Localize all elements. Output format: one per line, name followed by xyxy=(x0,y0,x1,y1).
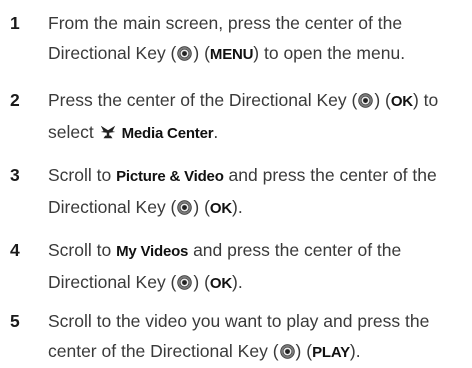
step-number: 1 xyxy=(10,13,20,33)
softkey-label: PLAY xyxy=(312,344,350,361)
step-text-part: Scroll to xyxy=(48,240,117,260)
step-text-part: ) ( xyxy=(295,341,313,361)
step-text-part: Scroll to xyxy=(48,165,117,185)
step-text-part: ) ( xyxy=(193,197,210,217)
step-text-part: From the main screen, press the center o… xyxy=(48,13,403,33)
step-text-part: select xyxy=(48,122,99,142)
softkey-label: OK xyxy=(390,93,413,110)
step-text-part: Directional Key ( xyxy=(48,43,177,63)
menu-item-label: Picture & Video xyxy=(116,168,224,185)
step-text-part: ) ( xyxy=(374,90,391,110)
step-text-part: Directional Key ( xyxy=(48,197,177,217)
directional-key-icon xyxy=(358,87,374,108)
step-text: Press the center of the Directional Key … xyxy=(48,85,468,149)
step-text-part: ) ( xyxy=(193,272,210,292)
menu-item-label: Media Center xyxy=(121,125,214,142)
step-text-part: Directional Key ( xyxy=(48,272,177,292)
directional-key-icon xyxy=(279,338,295,359)
directional-key-icon xyxy=(177,194,193,215)
step-text-part: and press the center of the xyxy=(188,240,402,260)
menu-item-label: My Videos xyxy=(116,243,189,260)
step-number: 4 xyxy=(10,240,20,260)
media-center-icon xyxy=(99,120,117,139)
step-text: Scroll to Picture & Video and press the … xyxy=(48,160,468,224)
step-text-part: Press the center of the Directional Key … xyxy=(48,90,358,110)
step-text-part: Scroll to the video you want to play and… xyxy=(48,311,430,331)
step-text-part: ) to xyxy=(412,90,439,110)
step-text-part: ). xyxy=(232,272,243,292)
step-text: From the main screen, press the center o… xyxy=(48,8,468,70)
directional-key-icon xyxy=(177,269,193,290)
step-number: 2 xyxy=(10,90,20,110)
step-text: Scroll to the video you want to play and… xyxy=(48,306,468,368)
softkey-label: MENU xyxy=(209,46,254,63)
step-text-part: ) to open the menu. xyxy=(253,43,406,63)
step-number: 5 xyxy=(10,311,20,331)
directional-key-icon xyxy=(177,40,193,61)
step-text-part: center of the Directional Key ( xyxy=(48,341,279,361)
step-text-part: and press the center of the xyxy=(223,165,437,185)
softkey-label: OK xyxy=(209,275,233,292)
step-text-part: ). xyxy=(349,341,361,361)
step-text: Scroll to My Videos and press the center… xyxy=(48,235,468,299)
step-text-part: ). xyxy=(232,197,243,217)
softkey-label: OK xyxy=(209,200,233,217)
step-text-part: . xyxy=(213,122,219,142)
step-text-part: ) ( xyxy=(193,43,210,63)
step-number: 3 xyxy=(10,165,20,185)
